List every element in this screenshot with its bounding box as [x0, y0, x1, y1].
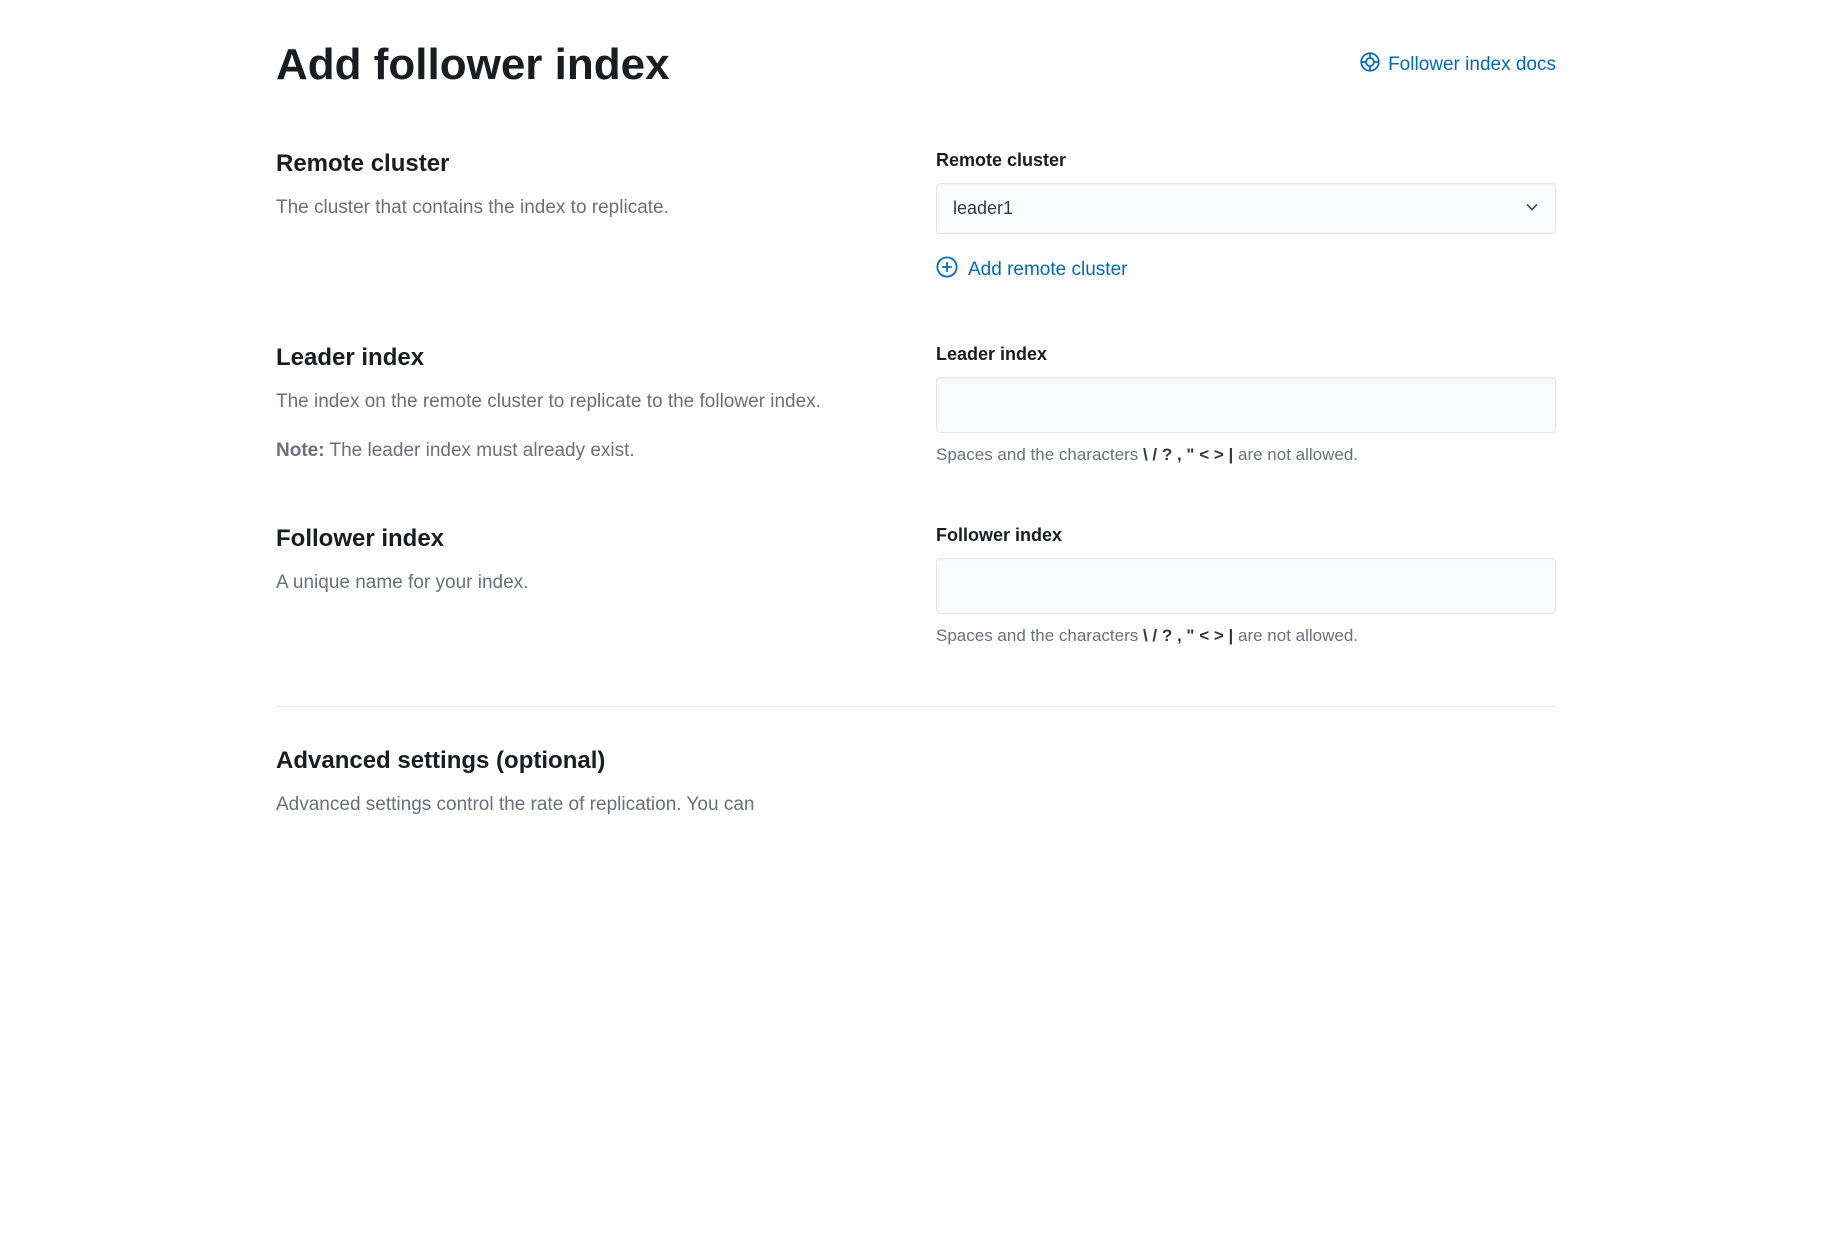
follower-index-description: A unique name for your index.: [276, 569, 896, 598]
docs-link-label: Follower index docs: [1388, 54, 1556, 76]
follower-index-help: Spaces and the characters \ / ? , " < > …: [936, 626, 1556, 646]
help-icon: [1360, 52, 1380, 78]
follower-index-help-prefix: Spaces and the characters: [936, 626, 1143, 645]
leader-index-note: Note: The leader index must already exis…: [276, 437, 896, 466]
section-divider: [276, 706, 1556, 707]
follower-index-help-suffix: are not allowed.: [1233, 626, 1358, 645]
remote-cluster-field-label: Remote cluster: [936, 150, 1556, 171]
plus-circle-icon: [936, 256, 958, 284]
follower-index-input[interactable]: [936, 558, 1556, 614]
remote-cluster-heading: Remote cluster: [276, 150, 896, 178]
add-remote-cluster-link[interactable]: Add remote cluster: [936, 256, 1556, 284]
leader-index-field-label: Leader index: [936, 344, 1556, 365]
leader-index-help-suffix: are not allowed.: [1233, 445, 1358, 464]
advanced-settings-heading: Advanced settings (optional): [276, 747, 1556, 775]
follower-index-field-label: Follower index: [936, 525, 1556, 546]
add-remote-cluster-label: Add remote cluster: [968, 259, 1127, 281]
advanced-settings-description: Advanced settings control the rate of re…: [276, 791, 1556, 820]
leader-index-help: Spaces and the characters \ / ? , " < > …: [936, 445, 1556, 465]
remote-cluster-select[interactable]: leader1: [936, 183, 1556, 234]
leader-index-help-chars: \ / ? , " < > |: [1143, 445, 1233, 464]
leader-index-description: The index on the remote cluster to repli…: [276, 388, 896, 417]
follower-index-heading: Follower index: [276, 525, 896, 553]
leader-index-note-text: The leader index must already exist.: [325, 440, 635, 461]
remote-cluster-description: The cluster that contains the index to r…: [276, 194, 896, 223]
leader-index-help-prefix: Spaces and the characters: [936, 445, 1143, 464]
leader-index-note-label: Note:: [276, 440, 325, 461]
leader-index-input[interactable]: [936, 377, 1556, 433]
page-title: Add follower index: [276, 40, 670, 90]
follower-index-help-chars: \ / ? , " < > |: [1143, 626, 1233, 645]
docs-link[interactable]: Follower index docs: [1360, 52, 1556, 78]
leader-index-heading: Leader index: [276, 344, 896, 372]
